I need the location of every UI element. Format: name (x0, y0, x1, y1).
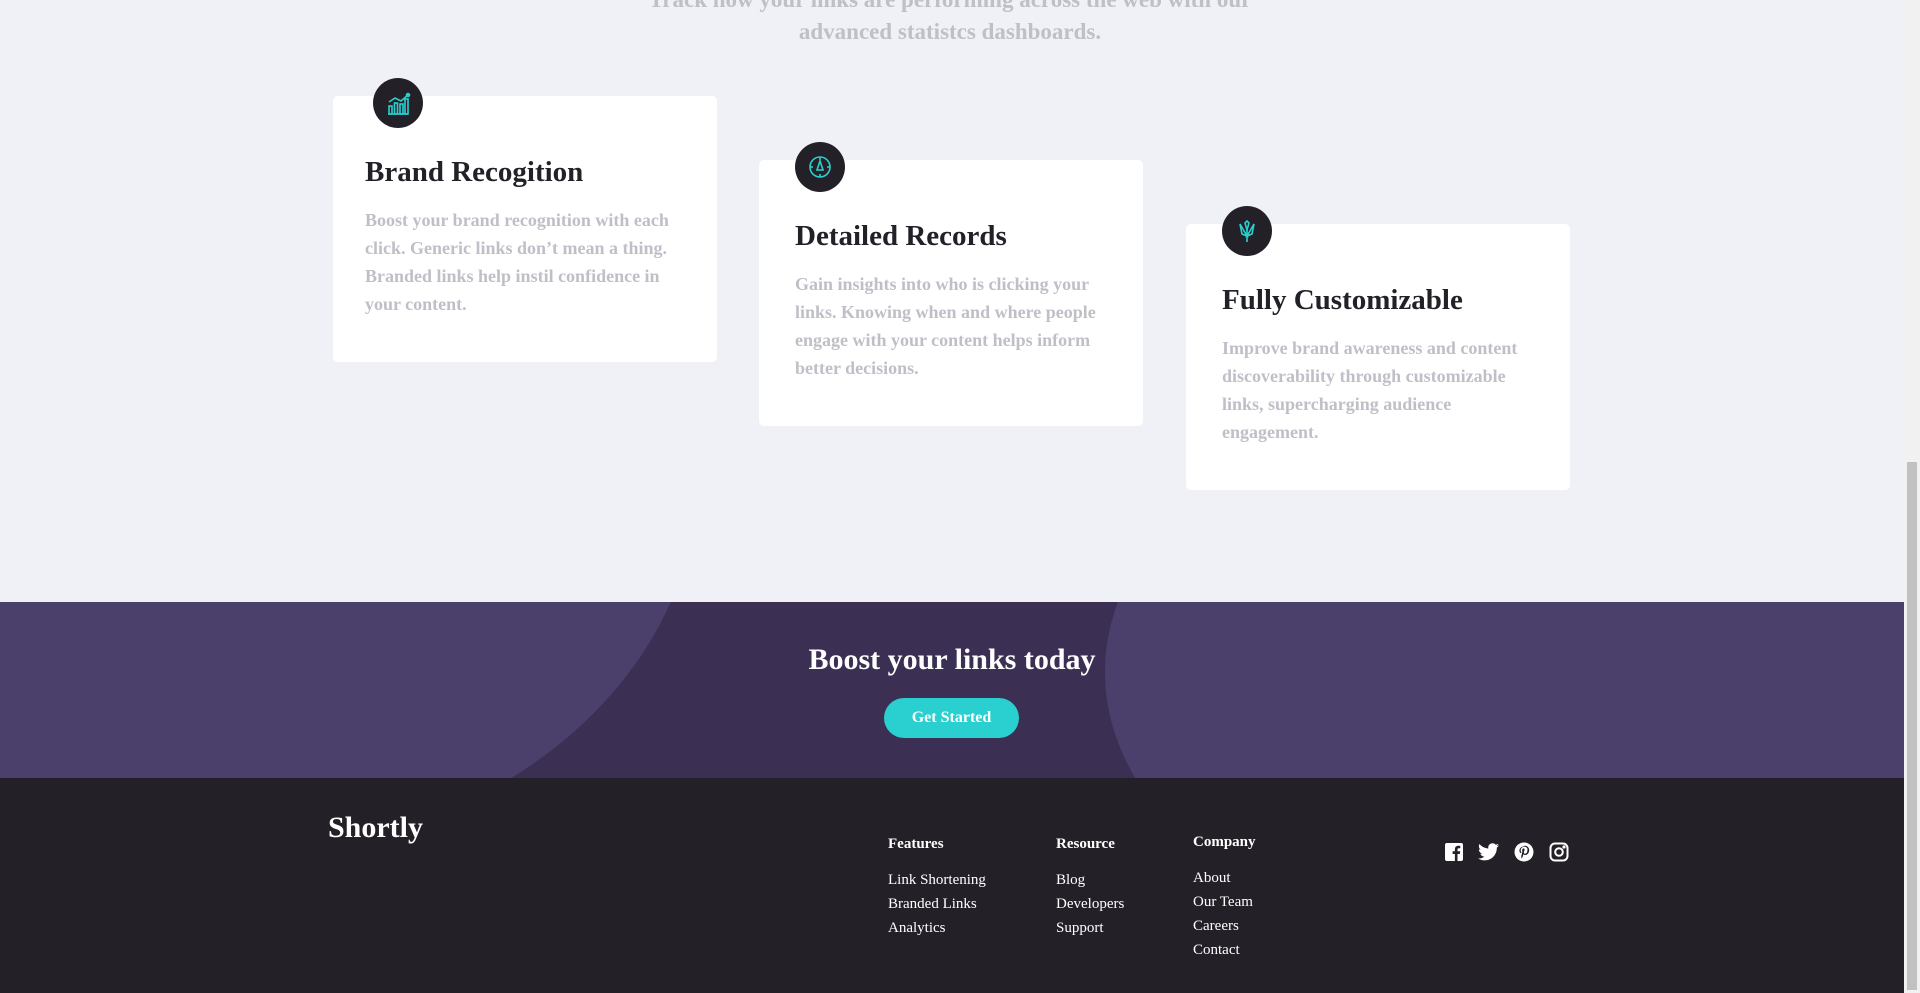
social-links (1443, 841, 1569, 862)
brand-recognition-icon (373, 78, 423, 128)
footer-column-heading: Features (888, 836, 944, 852)
footer-link-branded-links[interactable]: Branded Links (888, 892, 986, 916)
boost-title: Boost your links today (808, 643, 1096, 676)
facebook-icon[interactable] (1443, 841, 1464, 862)
statistics-section: Track how your links are performing acro… (0, 0, 1904, 602)
pinterest-icon[interactable] (1513, 841, 1534, 862)
footer-logo[interactable]: Shortly (328, 810, 423, 846)
fully-customizable-icon (1222, 206, 1272, 256)
footer-column-heading: Company (1193, 834, 1256, 850)
footer-column-heading: Resource (1056, 836, 1115, 852)
background-shape (1105, 602, 1904, 778)
footer-column-company: Company About Our Team Careers Contact (1193, 832, 1256, 962)
footer-link-link-shortening[interactable]: Link Shortening (888, 868, 986, 892)
card-title: Detailed Records (795, 220, 1007, 252)
twitter-icon[interactable] (1478, 841, 1499, 862)
footer: Shortly Features Link Shortening Branded… (0, 778, 1904, 993)
footer-column-resource: Resource Blog Developers Support (1056, 834, 1124, 940)
card-body: Boost your brand recognition with each c… (365, 210, 669, 314)
footer-link-analytics[interactable]: Analytics (888, 916, 986, 940)
footer-link-support[interactable]: Support (1056, 916, 1124, 940)
footer-link-careers[interactable]: Careers (1193, 914, 1256, 938)
card-body: Gain insights into who is clicking your … (795, 274, 1096, 378)
page: Track how your links are performing acro… (0, 0, 1904, 993)
detailed-records-icon (795, 142, 845, 192)
footer-link-blog[interactable]: Blog (1056, 868, 1124, 892)
background-shape (0, 602, 700, 778)
scrollbar-thumb[interactable] (1907, 462, 1917, 990)
card-body: Improve brand awareness and content disc… (1222, 338, 1518, 442)
footer-link-contact[interactable]: Contact (1193, 938, 1256, 962)
statistics-intro: Track how your links are performing acro… (649, 0, 1252, 44)
card-title: Brand Recogition (365, 156, 584, 188)
get-started-button[interactable]: Get Started (884, 698, 1019, 738)
footer-link-our-team[interactable]: Our Team (1193, 890, 1256, 914)
feature-card-detailed-records: Detailed Records Gain insights into who … (759, 142, 1143, 426)
scrollbar[interactable] (1904, 0, 1920, 993)
feature-card-brand-recognition: Brand Recogition Boost your brand recogn… (333, 78, 717, 362)
feature-card-fully-customizable: Fully Customizable Improve brand awarene… (1186, 206, 1570, 490)
footer-column-features: Features Link Shortening Branded Links A… (888, 834, 986, 940)
card-title: Fully Customizable (1222, 284, 1463, 316)
footer-link-about[interactable]: About (1193, 866, 1256, 890)
instagram-icon[interactable] (1548, 841, 1569, 862)
boost-banner: Boost your links today Get Started (0, 602, 1904, 778)
footer-link-developers[interactable]: Developers (1056, 892, 1124, 916)
